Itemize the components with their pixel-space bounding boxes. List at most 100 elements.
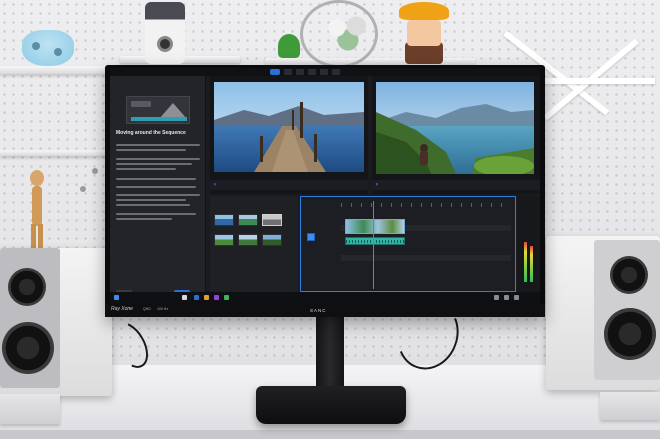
lesson-thumbnail[interactable] — [126, 96, 190, 124]
lesson-step-line — [116, 194, 200, 196]
monitor-screen: Moving around the Sequence ▮ ▮ — [110, 68, 540, 304]
desk-edge — [0, 430, 660, 439]
mannequin-leg — [38, 224, 43, 250]
timeline-audio-clip[interactable] — [307, 233, 315, 241]
wooden-artist-mannequin — [20, 170, 56, 250]
witch-figurine — [395, 2, 453, 64]
menu-tab[interactable] — [284, 69, 292, 75]
tray-icon[interactable] — [494, 295, 499, 300]
controller-stick — [54, 48, 62, 56]
program-monitor: ▮ — [372, 76, 540, 194]
menu-tab[interactable] — [320, 69, 328, 75]
bin-clip[interactable] — [262, 234, 282, 246]
flower-bouquet — [320, 12, 376, 52]
app-menu-bar — [110, 68, 540, 76]
monitor-stand-neck — [316, 317, 344, 391]
lesson-step-line — [116, 199, 186, 201]
audio-level-left — [524, 242, 527, 282]
menu-tab[interactable] — [332, 69, 340, 75]
audio-track[interactable] — [341, 255, 511, 261]
timeline-audio-clip[interactable] — [345, 237, 405, 245]
model-label: Ray Xone — [111, 306, 133, 312]
menu-tab[interactable] — [118, 69, 126, 75]
source-monitor: ▮ — [210, 76, 368, 194]
search-icon[interactable] — [182, 295, 187, 300]
lesson-step-line — [116, 186, 196, 188]
mannequin-leg — [31, 224, 36, 250]
right-speaker — [546, 236, 660, 390]
left-speaker-stand — [0, 394, 60, 424]
os-taskbar — [110, 292, 540, 304]
green-figurine — [278, 34, 300, 58]
project-bin — [210, 196, 298, 292]
app-icon[interactable] — [204, 295, 209, 300]
audio-meter — [518, 196, 540, 292]
camera-lens — [157, 36, 173, 52]
monitor-stand-base — [256, 386, 406, 424]
menu-tab[interactable] — [308, 69, 316, 75]
tray-icon[interactable] — [514, 295, 519, 300]
lattice-bar — [535, 78, 655, 84]
top-left-shelf — [0, 66, 110, 74]
timeline-video-clip[interactable] — [345, 219, 405, 234]
lesson-heading: Moving around the Sequence — [116, 130, 186, 136]
lake-mountain-image — [376, 82, 534, 174]
monitor: Moving around the Sequence ▮ ▮ Ray Xone … — [105, 65, 545, 317]
learn-panel: Moving around the Sequence — [110, 76, 206, 295]
photo-scene: Moving around the Sequence ▮ ▮ Ray Xone … — [0, 0, 660, 439]
timeline-ruler[interactable] — [341, 203, 511, 207]
lesson-timeline-preview — [131, 117, 187, 121]
sequence-timeline — [300, 196, 516, 292]
app-icon[interactable] — [214, 295, 219, 300]
audio-waveform — [346, 240, 404, 243]
dock-video-frame[interactable] — [214, 82, 364, 172]
woofer — [2, 322, 54, 374]
program-monitor-controls: ▮ — [372, 180, 540, 190]
bin-clip[interactable] — [238, 214, 258, 226]
bin-clip[interactable] — [214, 214, 234, 226]
lesson-step-line — [116, 213, 196, 215]
lesson-text-line — [116, 149, 186, 151]
mannequin-head — [30, 170, 44, 186]
tray-icon[interactable] — [504, 295, 509, 300]
lesson-text-line — [116, 144, 200, 146]
mannequin-body — [32, 186, 42, 226]
start-icon[interactable] — [114, 295, 119, 300]
bin-clip-selected[interactable] — [262, 214, 282, 226]
monitor-chin: Ray Xone QHD 100 Hz SANC — [105, 304, 545, 317]
bin-clip[interactable] — [238, 234, 258, 246]
lesson-text-line — [116, 168, 176, 170]
tweeter — [610, 256, 648, 294]
lesson-tag — [131, 101, 151, 107]
game-controller-toy — [22, 30, 74, 66]
woofer — [604, 308, 656, 360]
spec-badge-refresh: 100 Hz — [157, 307, 169, 311]
program-timecode: ▮ — [376, 182, 378, 186]
brand-logo: SANC — [310, 308, 327, 313]
dock-landscape-image — [214, 82, 364, 172]
app-icon[interactable] — [194, 295, 199, 300]
left-lower-shelf — [0, 150, 110, 156]
audio-level-right — [530, 246, 533, 282]
lesson-step-line — [116, 218, 172, 220]
tweeter — [8, 268, 46, 306]
wall-hook — [80, 186, 86, 192]
right-speaker-stand — [600, 392, 660, 420]
lesson-text-line — [116, 163, 192, 165]
source-timecode: ▮ — [214, 182, 216, 186]
controller-stick — [32, 42, 40, 50]
lesson-step-line — [116, 204, 190, 206]
lesson-step-line — [116, 178, 196, 180]
bin-clip[interactable] — [214, 234, 234, 246]
menu-tab[interactable] — [296, 69, 304, 75]
source-monitor-controls: ▮ — [210, 180, 368, 190]
spec-badge-resolution: QHD — [143, 307, 151, 311]
witch-hat — [399, 2, 449, 20]
left-speaker — [0, 248, 112, 396]
timeline-playhead[interactable] — [373, 201, 374, 289]
app-icon[interactable] — [224, 295, 229, 300]
camera-figurine — [145, 2, 185, 64]
menu-tab-active[interactable] — [270, 69, 280, 75]
witch-face — [407, 20, 441, 46]
girl-lake-video-frame[interactable] — [376, 82, 534, 174]
